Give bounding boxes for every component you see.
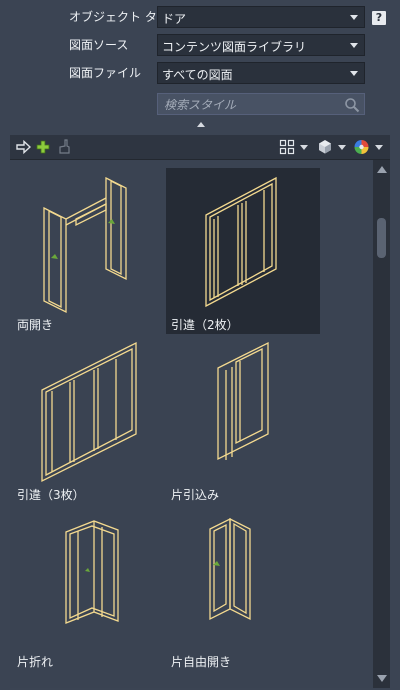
add-plus-icon[interactable] xyxy=(35,138,51,156)
scroll-down-icon[interactable] xyxy=(377,675,387,682)
chevron-down-icon xyxy=(350,43,358,48)
chevron-down-icon[interactable] xyxy=(300,145,308,150)
library-item-label: 引違（2枚） xyxy=(171,318,239,332)
drawing-file-select[interactable]: すべての図面 xyxy=(157,62,365,84)
search-icon[interactable] xyxy=(344,97,360,113)
library-item-double-swing[interactable]: 両開き xyxy=(12,168,166,334)
library-item-folding[interactable]: 片折れ xyxy=(12,505,166,671)
drawing-file-value: すべての図面 xyxy=(162,68,233,82)
library-item-sliding-3[interactable]: 引違（3枚） xyxy=(12,338,166,504)
library-item-label: 片折れ xyxy=(17,655,54,669)
library-item-sliding-2[interactable]: 引違（2枚） xyxy=(166,168,320,334)
library-item-label: 引違（3枚） xyxy=(17,488,85,502)
drawing-file-label: 図面ファイル xyxy=(69,66,142,80)
scroll-thumb[interactable] xyxy=(377,218,386,258)
object-type-value: ドア xyxy=(162,12,187,26)
drawing-source-label: 図面ソース xyxy=(69,38,129,52)
free-swing-door-thumbnail xyxy=(209,517,251,621)
object-type-row: オブジェクト タイプ ドア xyxy=(0,5,400,29)
style-library-grid: 両開き 引違（2枚） 引違（3枚） 片引込み 片折れ 片自由開き xyxy=(10,160,373,688)
collapse-arrow-icon[interactable] xyxy=(197,122,205,127)
chevron-down-icon[interactable] xyxy=(375,145,383,150)
search-box xyxy=(157,93,365,116)
import-arrow-icon[interactable] xyxy=(15,138,31,156)
folding-door-thumbnail xyxy=(65,520,119,624)
help-icon[interactable]: ? xyxy=(372,11,386,25)
chevron-down-icon xyxy=(350,71,358,76)
drawing-source-value: コンテンツ図面ライブラリ xyxy=(162,40,307,54)
double-swing-door-thumbnail xyxy=(43,176,127,314)
purge-brush-icon xyxy=(59,139,70,154)
color-wheel-icon[interactable] xyxy=(353,138,370,156)
object-type-select[interactable]: ドア xyxy=(157,6,365,28)
sliding-three-panel-door-thumbnail xyxy=(41,341,137,483)
chevron-down-icon xyxy=(350,15,358,20)
view-grid-icon[interactable] xyxy=(279,138,295,156)
search-input[interactable] xyxy=(158,94,346,116)
library-item-label: 片自由開き xyxy=(171,655,232,669)
sliding-two-panel-door-thumbnail xyxy=(205,176,277,308)
scroll-up-icon[interactable] xyxy=(377,166,387,173)
toolbar xyxy=(10,135,390,160)
library-item-label: 両開き xyxy=(17,318,54,332)
library-item-pocket-sliding[interactable]: 片引込み xyxy=(166,338,320,504)
library-item-free-swing[interactable]: 片自由開き xyxy=(166,505,320,671)
display-style-icon[interactable] xyxy=(317,138,333,156)
chevron-down-icon[interactable] xyxy=(338,145,346,150)
drawing-source-row: 図面ソース コンテンツ図面ライブラリ xyxy=(0,33,400,57)
pocket-sliding-door-thumbnail xyxy=(217,341,269,461)
drawing-file-row: 図面ファイル すべての図面 xyxy=(0,61,400,85)
library-scrollbar[interactable] xyxy=(373,160,390,688)
drawing-source-select[interactable]: コンテンツ図面ライブラリ xyxy=(157,34,365,56)
library-item-label: 片引込み xyxy=(171,488,220,502)
